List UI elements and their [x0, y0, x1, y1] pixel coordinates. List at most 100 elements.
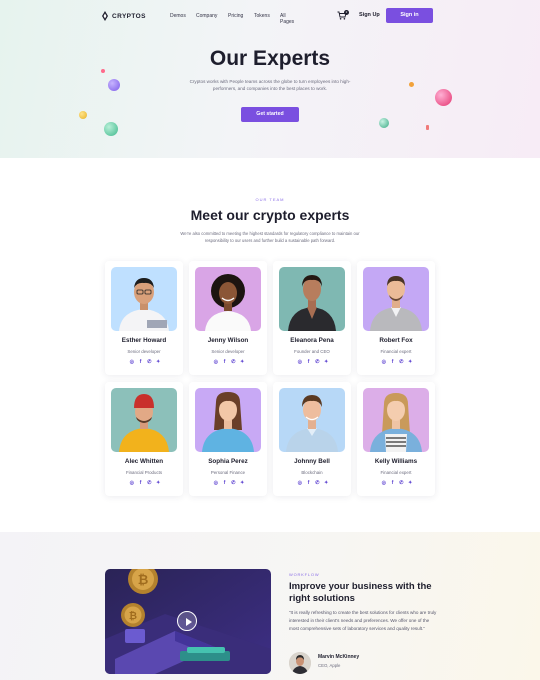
facebook-icon[interactable]: f: [138, 359, 144, 366]
hero-subtitle: Cryptos works with People teams across t…: [189, 79, 351, 92]
whatsapp-icon[interactable]: ✆: [399, 359, 405, 366]
member-photo: [111, 388, 177, 452]
whatsapp-icon[interactable]: ✆: [315, 480, 321, 487]
twitter-icon[interactable]: ✦: [155, 359, 161, 366]
twitter-icon[interactable]: ✦: [239, 359, 245, 366]
author-photo: [289, 652, 311, 674]
instagram-icon[interactable]: ◎: [381, 359, 387, 366]
member-role: Financial expert: [380, 349, 412, 354]
facebook-icon[interactable]: f: [306, 480, 312, 487]
member-role: Senior developer: [127, 349, 161, 354]
whatsapp-icon[interactable]: ✆: [147, 359, 153, 366]
twitter-icon[interactable]: ✦: [239, 480, 245, 487]
avatar: [289, 652, 311, 674]
workflow-eyebrow: WORKFLOW: [289, 572, 320, 577]
get-started-button[interactable]: Get started: [241, 107, 299, 122]
instagram-icon[interactable]: ◎: [381, 480, 387, 487]
social-links: ◎ f ✆ ✦: [297, 480, 329, 488]
whatsapp-icon[interactable]: ✆: [231, 359, 237, 366]
svg-text:₿: ₿: [129, 610, 137, 622]
brand-logo[interactable]: CRYPTOS: [102, 11, 146, 21]
member-photo: [279, 267, 345, 331]
whatsapp-icon[interactable]: ✆: [147, 480, 153, 487]
instagram-icon[interactable]: ◎: [213, 480, 219, 487]
team-card[interactable]: Kelly Williams Financial expert ◎ f ✆ ✦: [357, 382, 435, 496]
social-links: ◎ f ✆ ✦: [213, 480, 245, 488]
instagram-icon[interactable]: ◎: [297, 480, 303, 487]
coin-decoration-icon: [101, 69, 105, 73]
sign-up-link[interactable]: Sign Up: [359, 12, 380, 18]
whatsapp-icon[interactable]: ✆: [231, 480, 237, 487]
member-photo: [363, 267, 429, 331]
twitter-icon[interactable]: ✦: [407, 480, 413, 487]
member-photo: [111, 267, 177, 331]
member-role: Financial expert: [380, 470, 412, 475]
logo-icon: [102, 11, 108, 21]
person-image: [119, 278, 169, 331]
facebook-icon[interactable]: f: [390, 359, 396, 366]
member-name: Alec Whitten: [124, 458, 164, 465]
facebook-icon[interactable]: f: [222, 359, 228, 366]
nav-item-all-pages[interactable]: All Pages: [280, 13, 294, 25]
nav-item-company[interactable]: Company: [196, 13, 217, 19]
team-card[interactable]: Eleanora Pena Founder and CEO ◎ f ✆ ✦: [273, 261, 351, 375]
coin-decoration-icon: [435, 89, 452, 106]
member-photo: [195, 388, 261, 452]
nav-item-demos[interactable]: Demos: [170, 13, 186, 19]
facebook-icon[interactable]: f: [390, 480, 396, 487]
member-name: Kelly Williams: [374, 458, 418, 465]
team-card[interactable]: Robert Fox Financial expert ◎ f ✆ ✦: [357, 261, 435, 375]
member-name: Johnny Bell: [294, 458, 330, 465]
member-photo: [363, 388, 429, 452]
instagram-icon[interactable]: ◎: [129, 480, 135, 487]
member-role: Personal Finance: [210, 470, 246, 475]
social-links: ◎ f ✆ ✦: [129, 480, 161, 488]
team-card[interactable]: Jenny Wilson Senior developer ◎ f ✆ ✦: [189, 261, 267, 375]
facebook-icon[interactable]: f: [222, 480, 228, 487]
instagram-icon[interactable]: ◎: [129, 359, 135, 366]
whatsapp-icon[interactable]: ✆: [315, 359, 321, 366]
person-image: [370, 393, 422, 452]
whatsapp-icon[interactable]: ✆: [399, 480, 405, 487]
twitter-icon[interactable]: ✦: [323, 359, 329, 366]
nav-item-pricing[interactable]: Pricing: [228, 13, 243, 19]
page-title: Our Experts: [209, 47, 331, 70]
twitter-icon[interactable]: ✦: [323, 480, 329, 487]
social-links: ◎ f ✆ ✦: [213, 359, 245, 367]
facebook-icon[interactable]: f: [138, 480, 144, 487]
social-links: ◎ f ✆ ✦: [381, 480, 413, 488]
coin-decoration-icon: [108, 79, 120, 91]
instagram-icon[interactable]: ◎: [213, 359, 219, 366]
team-title: Meet our crypto experts: [190, 207, 350, 223]
workflow-title: Improve your business with the right sol…: [289, 581, 432, 604]
person-image: [119, 394, 169, 452]
top-nav: CRYPTOS Demos Company Pricing Tokens All…: [0, 0, 540, 32]
instagram-icon[interactable]: ◎: [297, 359, 303, 366]
social-links: ◎ f ✆ ✦: [297, 359, 329, 367]
member-name: Robert Fox: [379, 337, 413, 344]
team-card[interactable]: Johnny Bell Blockchain ◎ f ✆ ✦: [273, 382, 351, 496]
sign-in-button[interactable]: Sign in: [386, 8, 433, 23]
facebook-icon[interactable]: f: [306, 359, 312, 366]
team-card[interactable]: Esther Howard Senior developer ◎ f ✆ ✦: [105, 261, 183, 375]
member-photo: [195, 267, 261, 331]
twitter-icon[interactable]: ✦: [155, 480, 161, 487]
play-button[interactable]: [177, 611, 197, 631]
social-links: ◎ f ✆ ✦: [129, 359, 161, 367]
team-description: We’re also committed to meeting the high…: [180, 231, 360, 243]
member-role: Blockchain: [301, 470, 323, 475]
team-card[interactable]: Sophia Perez Personal Finance ◎ f ✆ ✦: [189, 382, 267, 496]
member-name: Esther Howard: [121, 337, 167, 344]
coin-decoration-icon: [379, 118, 389, 128]
member-role: Founder and CEO: [294, 349, 330, 354]
team-card[interactable]: Alec Whitten Financial Products ◎ f ✆ ✦: [105, 382, 183, 496]
coin-decoration-icon: [79, 111, 87, 119]
coin-decoration-icon: [426, 125, 429, 130]
cart-count-badge: 2: [344, 10, 349, 15]
person-image: [370, 276, 422, 331]
member-role: Senior developer: [211, 349, 245, 354]
twitter-icon[interactable]: ✦: [407, 359, 413, 366]
testimonial-quote: “It is really refreshing to create the b…: [289, 610, 437, 631]
coin-decoration-icon: [104, 122, 118, 136]
nav-item-tokens[interactable]: Tokens: [254, 13, 270, 19]
